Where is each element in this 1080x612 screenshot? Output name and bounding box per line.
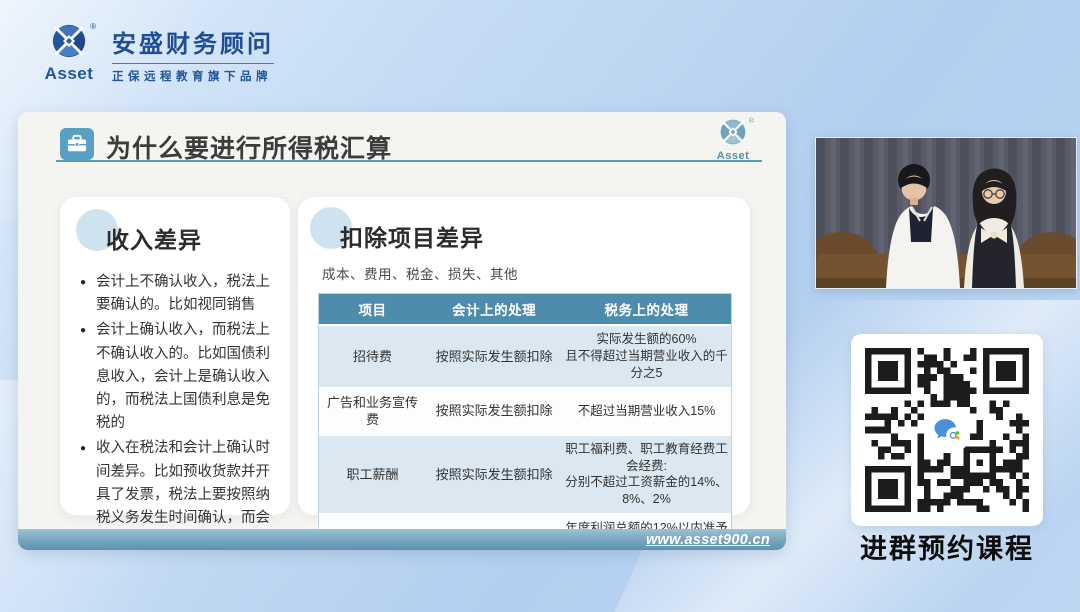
brand-tagline: 正保远程教育旗下品牌 (112, 68, 274, 84)
bullet-dot-icon: ● (80, 271, 96, 317)
slide-title-row: 为什么要进行所得税汇算 ® Asset (18, 112, 786, 162)
registered-mark: ® (90, 22, 96, 31)
wecom-icon (927, 410, 967, 450)
table-row: 广告和业务宣传费 按照实际发生额扣除 不超过当期营业收入15% (319, 389, 731, 434)
column-header: 税务上的处理 (562, 294, 731, 324)
income-difference-panel: 收入差异 ● 会计上不确认收入，税法上要确认的。比如视同销售 ● 会计上确认收入… (60, 197, 290, 515)
registered-mark: ® (749, 118, 754, 125)
qr-caption: 进群预约课程 (833, 527, 1061, 566)
deduction-panel-subtitle: 成本、费用、税金、损失、其他 (322, 263, 736, 283)
brand-header: ® Asset 安盛财务顾问 正保远程教育旗下品牌 (40, 24, 274, 84)
slide-footer-bar: www.asset900.cn (18, 529, 786, 550)
brand-asset-text: Asset (40, 64, 98, 84)
slide-corner-logo: ® Asset (710, 119, 756, 162)
brand-name: 安盛财务顾问 (112, 24, 274, 59)
list-item: ● 会计上确认收入，而税法上不确认收入的。比如国债利息收入，会计上是确认收入的，… (80, 319, 272, 435)
brand-divider (112, 63, 274, 64)
deduction-difference-panel: 扣除项目差异 成本、费用、税金、损失、其他 项目 会计上的处理 税务上的处理 招… (298, 197, 750, 515)
list-item: ● 会计上不确认收入，税法上要确认的。比如视同销售 (80, 271, 272, 317)
slide-corner-logo-text: Asset (710, 150, 756, 162)
presentation-slide: 为什么要进行所得税汇算 ® Asset 收入差异 ● 会计上不确认收入，税法上要… (18, 112, 786, 550)
brand-logo: ® Asset (40, 24, 98, 84)
pinwheel-logo-icon (52, 24, 86, 58)
income-panel-heading: 收入差异 (80, 211, 272, 255)
presenter-video (815, 137, 1077, 289)
qr-code-card (851, 334, 1043, 526)
website-url: www.asset900.cn (646, 532, 770, 548)
column-header: 会计上的处理 (426, 294, 562, 324)
qr-code (865, 348, 1029, 512)
income-bullet-list: ● 会计上不确认收入，税法上要确认的。比如视同销售 ● 会计上确认收入，而税法上… (80, 271, 272, 550)
table-header-row: 项目 会计上的处理 税务上的处理 (319, 294, 731, 324)
pinwheel-logo-icon (720, 119, 746, 145)
deduction-table: 项目 会计上的处理 税务上的处理 招待费 按照实际发生额扣除 实际发生额的60%… (318, 293, 732, 550)
table-row: 招待费 按照实际发生额扣除 实际发生额的60% 且不得超过当期营业收入的千分之5 (319, 326, 731, 387)
bullet-dot-icon: ● (80, 319, 96, 435)
table-row: 职工薪酬 按照实际发生额扣除 职工福利费、职工教育经费工会经费: 分别不超过工资… (319, 436, 731, 514)
deduction-panel-heading: 扣除项目差异 (314, 209, 736, 253)
briefcase-icon (60, 128, 94, 160)
column-header: 项目 (319, 294, 426, 324)
title-underline (56, 160, 762, 162)
